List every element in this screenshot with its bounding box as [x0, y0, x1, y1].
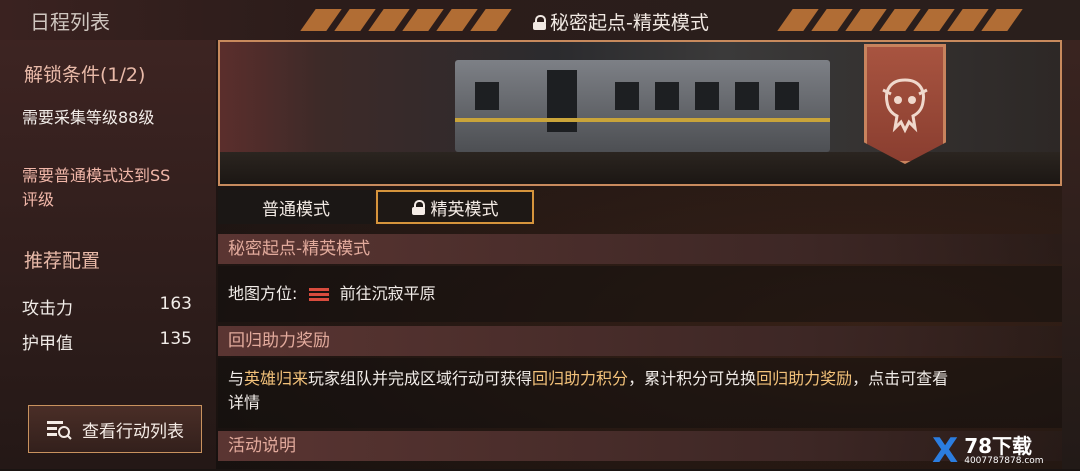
watermark-x: X	[932, 431, 959, 471]
stat-label: 护甲值	[22, 334, 73, 354]
tab-elite-label: 精英模式	[430, 199, 499, 220]
unlock-condition-1: 需要采集等级88级	[22, 108, 155, 127]
location-value[interactable]: 前往沉寂平原	[340, 284, 436, 303]
right-edge-decor	[1062, 40, 1080, 469]
reward-highlight-reward: 回归助力奖励	[756, 369, 853, 388]
location-label: 地图方位:	[228, 284, 298, 303]
reward-text: ，点击可查看	[852, 369, 949, 388]
reward-text: ，累计积分可兑换	[628, 369, 757, 388]
lock-icon	[533, 14, 546, 30]
unlock-conditions-title: 解锁条件(1/2)	[24, 64, 146, 86]
watermark-name: 78下载	[964, 433, 1033, 458]
top-bar: 日程列表 秘密起点-精英模式	[0, 0, 1080, 40]
decor-stripes-left	[300, 9, 512, 31]
reward-description[interactable]: 与英雄归来玩家组队并完成区域行动可获得回归助力积分，累计积分可兑换回归助力奖励，…	[218, 358, 1062, 428]
stat-attack: 攻击力 163	[22, 294, 192, 319]
subway-train	[455, 60, 830, 152]
stat-value: 135	[159, 329, 192, 349]
tab-elite-mode[interactable]: 精英模式	[376, 190, 534, 224]
schedule-list-title[interactable]: 日程列表	[30, 6, 110, 35]
watermark-logo: X 78下载 4007787878.com	[932, 433, 1080, 469]
reward-text: 与	[228, 369, 245, 388]
unlock-condition-2-line1: 需要普通模式达到SS	[22, 166, 171, 185]
watermark-site: 4007787878.com	[964, 455, 1044, 466]
skull-emblem-icon	[882, 78, 928, 134]
location-row: 地图方位: 前往沉寂平原	[218, 266, 1062, 322]
map-marker-icon	[308, 286, 329, 300]
lock-icon	[411, 200, 425, 215]
reward-text: 详情	[228, 393, 261, 412]
tab-normal-label: 普通模式	[262, 199, 330, 220]
stage-title-header: 秘密起点-精英模式	[218, 234, 1062, 264]
reward-highlight-hero-return: 英雄归来	[244, 369, 309, 388]
view-action-list-button[interactable]: 查看行动列表	[28, 405, 202, 453]
stat-armor: 护甲值 135	[22, 329, 192, 354]
recommend-title: 推荐配置	[24, 250, 101, 272]
decor-stripes-right	[777, 9, 1023, 31]
page-title: 秘密起点-精英模式	[533, 8, 709, 35]
elite-emblem	[864, 44, 946, 164]
tab-normal-mode[interactable]: 普通模式	[218, 190, 374, 224]
reward-highlight-points: 回归助力积分	[532, 369, 629, 388]
unlock-condition-2-line2: 评级	[22, 190, 55, 209]
view-action-list-label: 查看行动列表	[82, 421, 184, 442]
reward-header: 回归助力奖励	[218, 326, 1062, 356]
page-title-text: 秘密起点-精英模式	[550, 12, 709, 34]
stat-label: 攻击力	[22, 299, 73, 319]
action-list-icon	[47, 421, 72, 440]
reward-text: 玩家组队并完成区域行动可获得	[308, 369, 533, 388]
stat-value: 163	[159, 294, 192, 314]
